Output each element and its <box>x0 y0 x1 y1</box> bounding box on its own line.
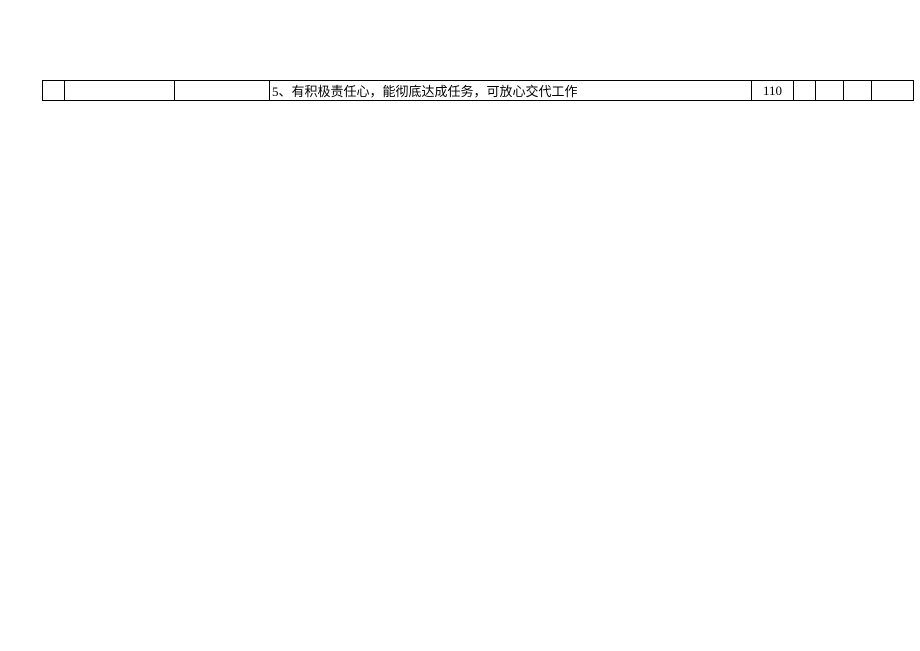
cell-description: 5、有积极责任心，能彻底达成任务，可放心交代工作 <box>270 81 752 101</box>
cell-col9 <box>872 81 914 101</box>
cell-col8 <box>844 81 872 101</box>
cell-score: 110 <box>752 81 794 101</box>
evaluation-table-fragment: 5、有积极责任心，能彻底达成任务，可放心交代工作 110 <box>42 80 878 101</box>
cell-col2 <box>65 81 175 101</box>
cell-col6 <box>794 81 816 101</box>
evaluation-table: 5、有积极责任心，能彻底达成任务，可放心交代工作 110 <box>42 80 914 101</box>
cell-col3 <box>175 81 270 101</box>
cell-col7 <box>816 81 844 101</box>
table-row: 5、有积极责任心，能彻底达成任务，可放心交代工作 110 <box>43 81 914 101</box>
cell-col1 <box>43 81 65 101</box>
